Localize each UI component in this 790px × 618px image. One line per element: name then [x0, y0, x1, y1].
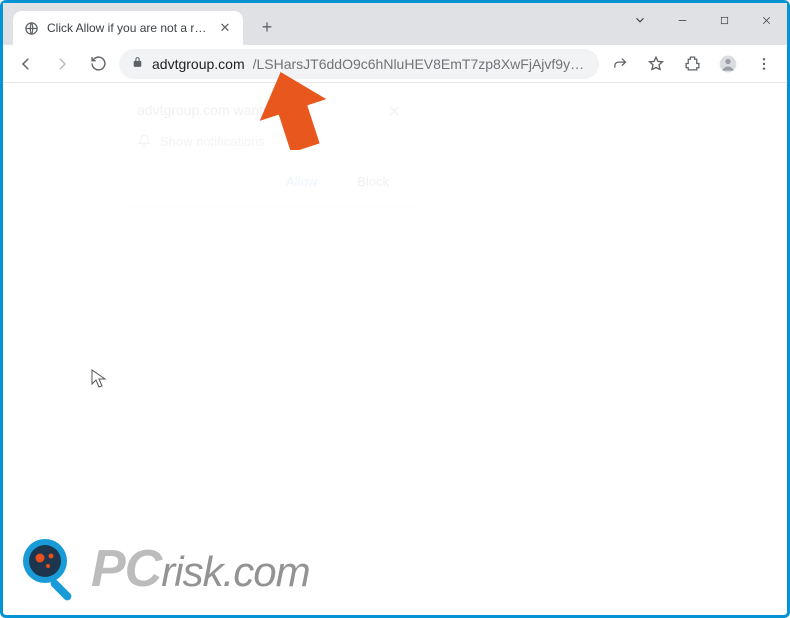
title-bar: Click Allow if you are not a robot ✕ + — [3, 3, 787, 45]
minimize-button[interactable] — [667, 5, 697, 35]
chevron-down-icon[interactable] — [625, 5, 655, 35]
profile-avatar-icon[interactable] — [713, 49, 743, 79]
magnifying-glass-icon — [15, 533, 87, 605]
bell-icon — [137, 132, 152, 150]
notification-permission-label: Show notifications — [160, 134, 265, 149]
new-tab-button[interactable]: + — [253, 13, 281, 41]
url-path: /LSHarsJT6ddO9c6hNluHEV8EmT7zp8XwFjAjvf9… — [253, 56, 587, 72]
notification-permission-popup: advtgroup.com wants to ✕ Show notificati… — [121, 88, 417, 205]
url-domain: advtgroup.com — [152, 56, 245, 72]
window-controls — [625, 3, 781, 37]
maximize-button[interactable] — [709, 5, 739, 35]
browser-tab[interactable]: Click Allow if you are not a robot ✕ — [13, 11, 243, 45]
forward-button[interactable] — [47, 49, 77, 79]
back-button[interactable] — [11, 49, 41, 79]
close-icon[interactable]: ✕ — [388, 102, 401, 122]
pcrisk-logo: PCrisk.com — [15, 533, 310, 605]
browser-toolbar: advtgroup.com/LSHarsJT6ddO9c6hNluHEV8EmT… — [3, 45, 787, 83]
allow-button[interactable]: Allow — [274, 168, 329, 195]
block-button[interactable]: Block — [345, 168, 401, 195]
share-icon[interactable] — [605, 49, 635, 79]
tab-title: Click Allow if you are not a robot — [47, 21, 209, 35]
extensions-icon[interactable] — [677, 49, 707, 79]
notification-title: advtgroup.com wants to — [137, 102, 286, 118]
tab-close-icon[interactable]: ✕ — [217, 20, 233, 36]
menu-dots-icon[interactable] — [749, 49, 779, 79]
address-bar[interactable]: advtgroup.com/LSHarsJT6ddO9c6hNluHEV8EmT… — [119, 49, 599, 79]
reload-button[interactable] — [83, 49, 113, 79]
lock-icon — [131, 56, 144, 72]
mouse-cursor-icon — [91, 369, 107, 389]
close-window-button[interactable] — [751, 5, 781, 35]
globe-icon — [23, 20, 39, 36]
bookmark-star-icon[interactable] — [641, 49, 671, 79]
logo-text-risk: risk.com — [161, 548, 309, 596]
logo-text-pc: PC — [91, 539, 161, 599]
